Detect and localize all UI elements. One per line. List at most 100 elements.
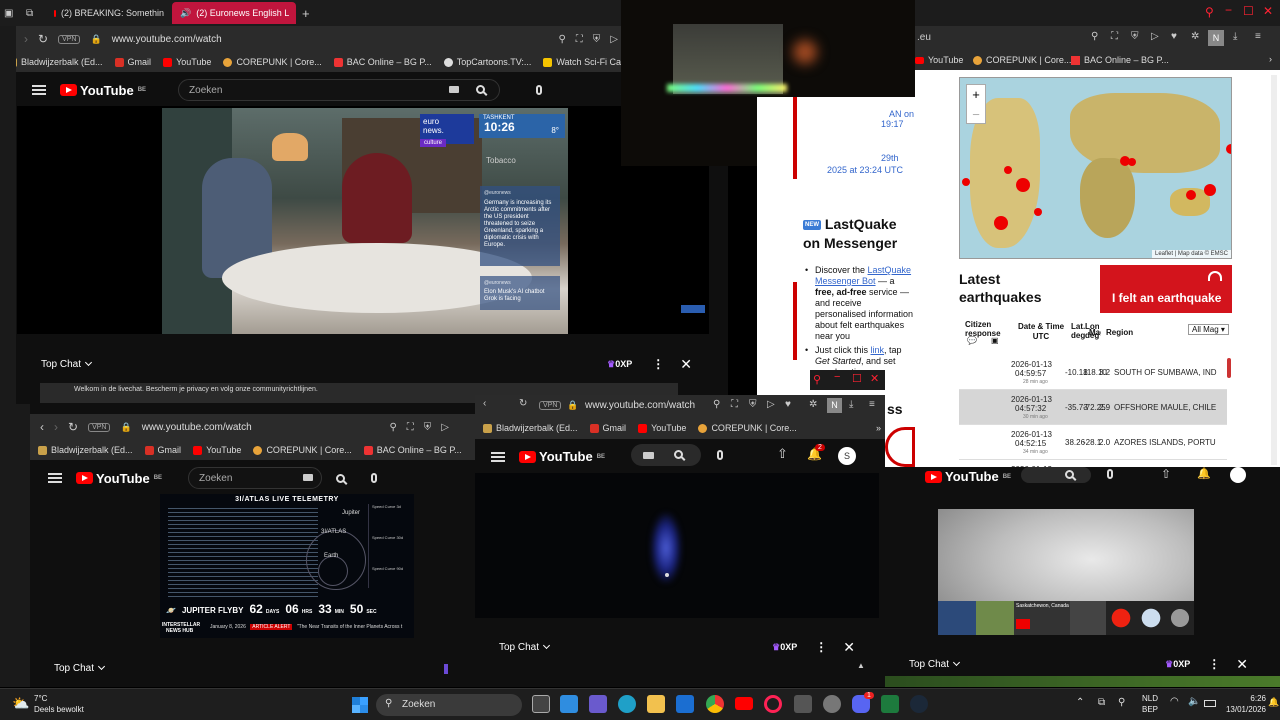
quake-row[interactable]: 2026-01-13 04:52:15 34 min ago 38.26 -28.1 2.… bbox=[959, 425, 1227, 460]
forward-arrow-icon[interactable]: › bbox=[24, 32, 28, 46]
xp-badge[interactable]: ♛0XP bbox=[607, 359, 632, 370]
search-tabs-icon[interactable]: ⚲ bbox=[813, 373, 821, 386]
minimize-icon[interactable]: − bbox=[834, 371, 840, 383]
search-button[interactable] bbox=[631, 444, 701, 466]
keyboard-icon[interactable] bbox=[643, 452, 654, 459]
video-player[interactable]: euro news. culture TASHKENT 10:26 8° Tob… bbox=[17, 106, 709, 334]
bell-icon[interactable]: 🔔 bbox=[1197, 467, 1211, 480]
zoom-in-button[interactable]: + bbox=[967, 85, 985, 105]
avatar[interactable] bbox=[1230, 467, 1246, 483]
chevron-up-icon[interactable]: ▲ bbox=[857, 661, 865, 670]
shield-icon[interactable]: ⛨ bbox=[424, 422, 432, 433]
menu-icon[interactable] bbox=[32, 85, 46, 95]
bookmark-corepunk[interactable]: COREPUNK | Core... bbox=[986, 55, 1071, 65]
battery-icon[interactable] bbox=[1204, 700, 1216, 707]
keyboard-icon[interactable] bbox=[303, 474, 314, 481]
microphone-icon[interactable] bbox=[536, 85, 543, 95]
top-chat-label[interactable]: Top Chat bbox=[909, 659, 949, 670]
lang-line2[interactable]: BEP bbox=[1142, 705, 1158, 714]
bookmark-youtube[interactable]: YouTube bbox=[163, 57, 211, 67]
maximize-icon[interactable]: ☐ bbox=[852, 372, 862, 385]
heart-icon[interactable]: ♥ bbox=[1171, 31, 1177, 42]
satellite-video[interactable]: Saskatchewon, Canada bbox=[938, 509, 1194, 635]
new-tab-button[interactable]: + bbox=[302, 6, 310, 21]
youtube-logo[interactable]: YouTube BE bbox=[76, 471, 162, 486]
search-icon[interactable] bbox=[674, 450, 683, 459]
page-scrollbar[interactable] bbox=[1271, 75, 1277, 465]
xp-badge[interactable]: ♛0XP bbox=[772, 642, 797, 653]
chevron-down-icon[interactable] bbox=[952, 658, 961, 667]
steam-icon[interactable] bbox=[910, 695, 928, 713]
reload-icon[interactable]: ↻ bbox=[38, 32, 48, 46]
url-text[interactable]: www.youtube.com/watch bbox=[142, 422, 252, 433]
menu-icon[interactable]: ≡ bbox=[1255, 31, 1261, 42]
wifi-icon[interactable]: ◠ bbox=[1170, 696, 1179, 707]
quake-marker[interactable] bbox=[1204, 184, 1216, 196]
settings-icon[interactable] bbox=[823, 695, 841, 713]
bookmark-scifi[interactable]: Watch Sci-Fi Cart bbox=[543, 57, 627, 67]
reload-icon[interactable]: ↻ bbox=[68, 420, 78, 434]
chevron-down-icon[interactable] bbox=[84, 358, 93, 367]
screenshot-icon[interactable]: ⛶ bbox=[1111, 31, 1118, 42]
quake-row[interactable]: 2026-01-13 04:59:57 28 min ago -10.18 118.10… bbox=[959, 355, 1227, 390]
quake-marker[interactable] bbox=[1004, 166, 1012, 174]
bookmark-corepunk[interactable]: COREPUNK | Core... bbox=[223, 57, 322, 67]
tray-chevron-icon[interactable]: ⌃ bbox=[1076, 697, 1084, 708]
avatar[interactable]: S bbox=[838, 447, 856, 465]
youtube-app-icon[interactable] bbox=[735, 697, 753, 710]
telemetry-video[interactable]: 3I/ATLAS LIVE TELEMETRY Jupiter 3I/ATLAS… bbox=[160, 494, 414, 638]
tab-actions-icon[interactable]: ▣ bbox=[4, 8, 26, 19]
vpn-badge[interactable]: VPN bbox=[539, 401, 562, 410]
search-input[interactable]: Zoeken bbox=[188, 467, 323, 489]
vpn-badge[interactable]: VPN bbox=[88, 422, 111, 432]
bookmark-youtube[interactable]: YouTube bbox=[928, 55, 963, 65]
tab-euronews[interactable]: 🔊 (2) Euronews English L bbox=[172, 2, 296, 24]
zoom-out-button[interactable]: − bbox=[967, 105, 985, 125]
back-arrow-icon[interactable]: ‹ bbox=[483, 398, 486, 409]
bookmark-gmail[interactable]: Gmail bbox=[114, 57, 151, 67]
menu-icon[interactable]: ≡ bbox=[869, 399, 875, 410]
explorer-icon[interactable] bbox=[647, 695, 665, 713]
search-button[interactable] bbox=[1021, 467, 1091, 483]
search-icon[interactable] bbox=[336, 473, 346, 483]
pin-icon[interactable]: ⚲ bbox=[713, 399, 720, 410]
top-chat-label[interactable]: Top Chat bbox=[54, 663, 94, 674]
search-tabs-icon[interactable]: ⚲ bbox=[1205, 5, 1214, 19]
earthquake-map[interactable]: + − Leaflet | Map data © EMSC bbox=[959, 77, 1232, 259]
calculator-icon[interactable] bbox=[794, 695, 812, 713]
vpn-badge[interactable]: VPN bbox=[58, 34, 81, 44]
close-window-icon[interactable]: ✕ bbox=[1263, 4, 1273, 18]
pin-icon[interactable]: ⚲ bbox=[389, 422, 396, 433]
share-icon[interactable]: ⇧ bbox=[777, 446, 788, 462]
chevron-right-icon[interactable]: » bbox=[876, 423, 881, 433]
forward-arrow-icon[interactable]: › bbox=[54, 420, 58, 434]
outlook-icon[interactable] bbox=[676, 695, 694, 713]
back-arrow-icon[interactable]: ‹ bbox=[40, 420, 44, 434]
bookmark-folder[interactable]: Bladwijzerbalk (Ed... bbox=[8, 57, 103, 67]
more-options-icon[interactable]: ⋮ bbox=[1208, 657, 1220, 671]
notification-bell-icon[interactable]: 🔔 bbox=[1268, 697, 1279, 708]
teams-icon[interactable] bbox=[589, 695, 607, 713]
chevron-down-icon[interactable] bbox=[97, 662, 106, 671]
night-stream-video[interactable] bbox=[475, 473, 879, 618]
weather-icon[interactable]: ⛅ bbox=[12, 695, 29, 712]
share-icon[interactable]: ⇧ bbox=[1161, 467, 1171, 481]
quake-marker[interactable] bbox=[994, 216, 1008, 230]
microphone-icon[interactable] bbox=[371, 473, 378, 483]
url-fragment[interactable]: .eu bbox=[917, 32, 931, 43]
bookmark-folder[interactable]: Bladwijzerbalk (Ed... bbox=[483, 423, 578, 433]
close-chat-icon[interactable]: ✕ bbox=[680, 356, 692, 373]
screenshot-icon[interactable]: ⛶ bbox=[731, 399, 738, 410]
felt-earthquake-button[interactable]: I felt an earthquake bbox=[1100, 265, 1232, 313]
maximize-icon[interactable]: ☐ bbox=[1243, 4, 1254, 18]
top-chat-label[interactable]: Top Chat bbox=[499, 642, 539, 653]
more-options-icon[interactable]: ⋮ bbox=[652, 357, 664, 371]
chevron-down-icon[interactable] bbox=[542, 641, 551, 650]
search-icon[interactable] bbox=[1065, 470, 1074, 479]
excel-icon[interactable] bbox=[881, 695, 899, 713]
top-chat-label[interactable]: Top Chat bbox=[24, 359, 81, 370]
xp-badge[interactable]: ♛0XP bbox=[1165, 659, 1190, 670]
bookmark-topcartoons[interactable]: TopCartoons.TV:... bbox=[443, 57, 531, 67]
shield-icon[interactable]: ⛨ bbox=[749, 399, 757, 410]
edge-icon[interactable] bbox=[618, 695, 636, 713]
